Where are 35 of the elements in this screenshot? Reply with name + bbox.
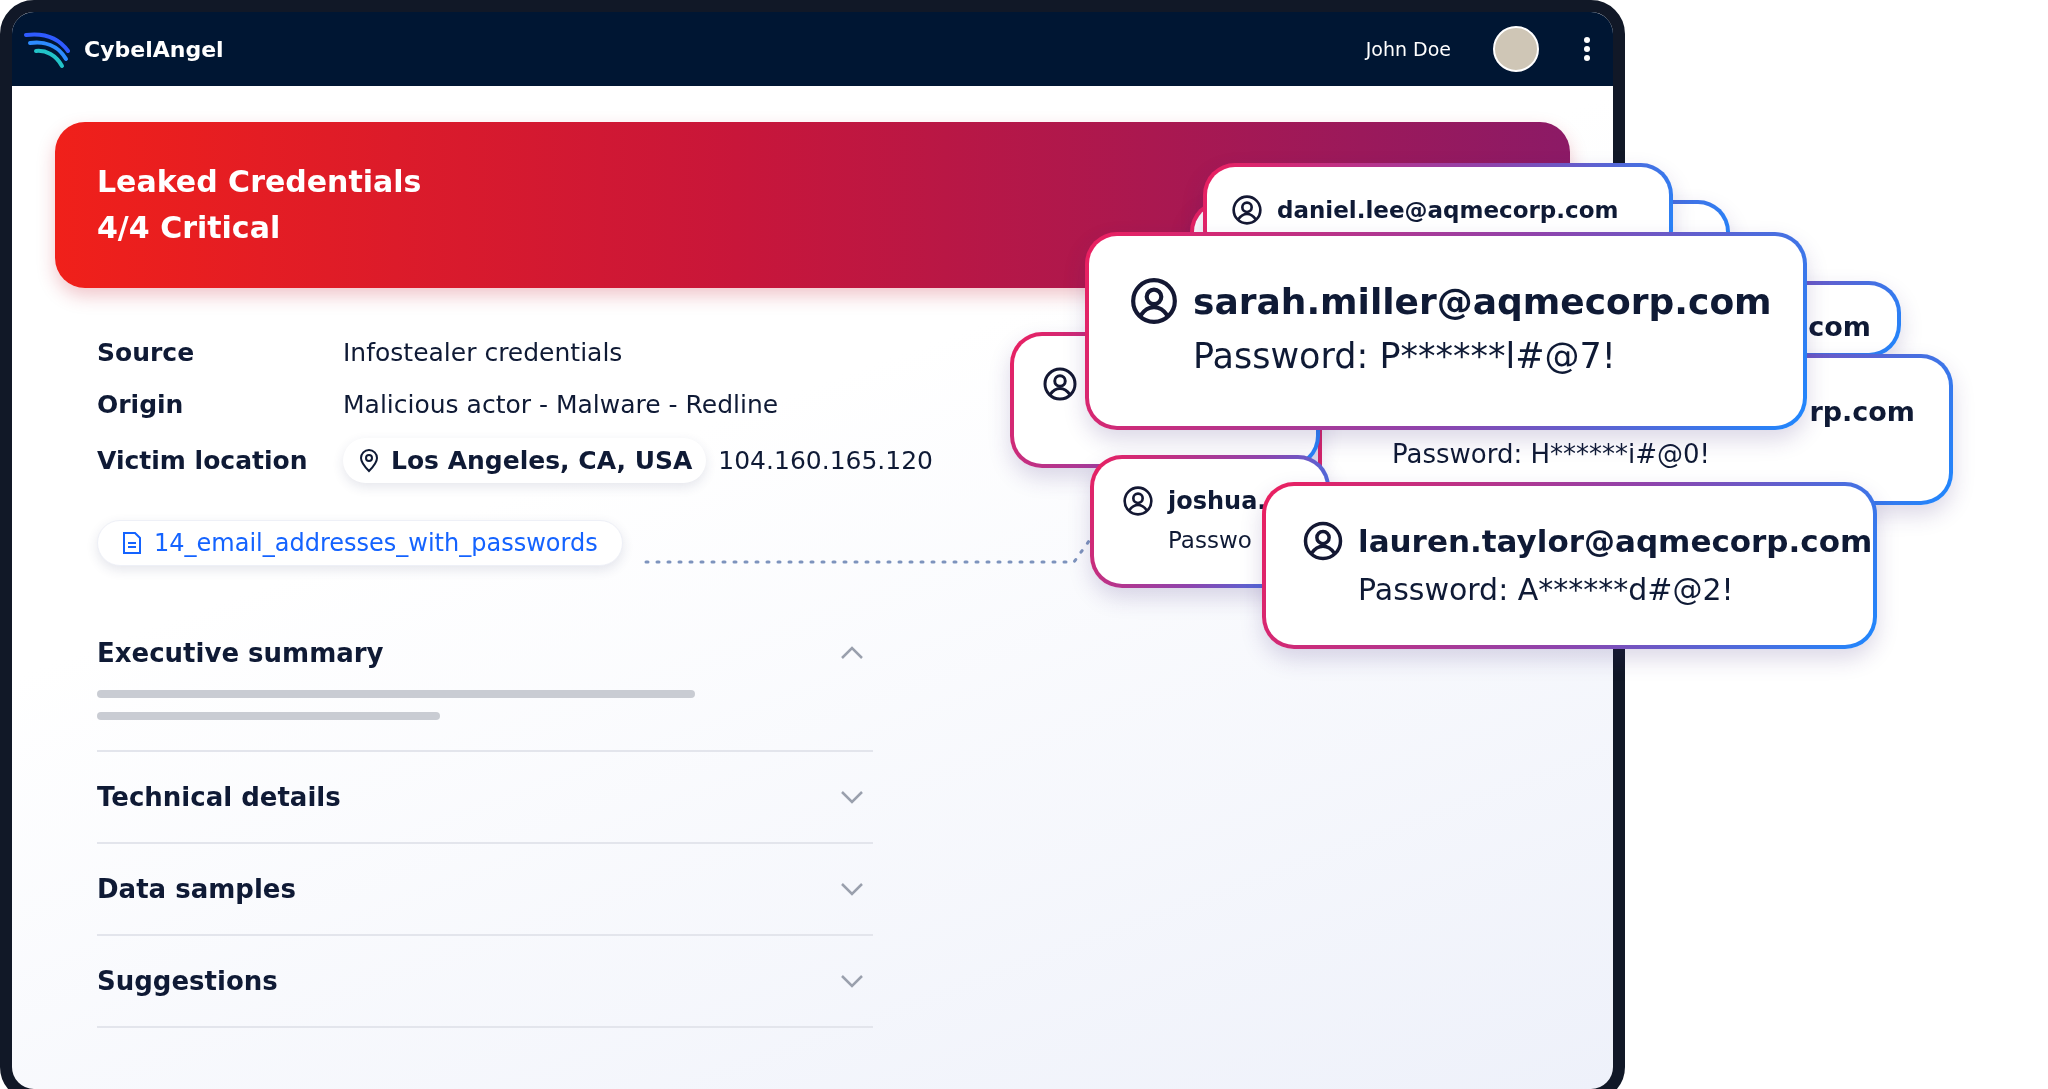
brand-name: CybelAngel [84,36,224,62]
masked-password: Password: A******d#@2! [1357,572,1735,607]
chevron-down-icon[interactable] [839,881,865,897]
map-pin-icon [357,447,381,473]
section-title[interactable]: Technical details [97,782,341,812]
chevron-up-icon[interactable] [839,645,865,661]
chevron-down-icon[interactable] [839,789,865,805]
email-address: sarah.miller@aqmecorp.com [1193,280,1772,322]
masked-password: Passwo [1167,527,1253,553]
detail-label: Origin [97,389,184,419]
location-chip: Los Angeles, CA, USA [343,437,707,483]
attachment-link[interactable]: 14_email_addresses_with_passwords [97,520,623,566]
detail-label: Source [97,337,195,367]
detail-value: Infostealer credentials [343,337,623,367]
ip-address: 104.160.165.120 [718,445,934,475]
email-address: lauren.taylor@aqmecorp.com [1358,523,1873,559]
document-icon [122,531,142,555]
user-name: John Doe [1365,38,1451,60]
email-address: daniel.lee@aqmecorp.com [1277,197,1619,223]
masked-password: Password: H******i#@0! [1391,439,1711,469]
email-address: rp.com [1809,396,1915,427]
avatar[interactable] [1493,26,1539,72]
section-title[interactable]: Data samples [97,874,296,904]
masked-password: Password: P******l#@7! [1192,336,1617,376]
section-title[interactable]: Executive summary [97,638,384,668]
alert-title: Leaked Credentials [97,163,422,201]
alert-severity: 4/4 Critical [97,209,281,247]
more-menu-icon[interactable] [1583,36,1591,62]
email-address: com [1808,311,1871,342]
detail-label: Victim location [97,445,308,475]
chevron-down-icon[interactable] [839,973,865,989]
section-title[interactable]: Suggestions [97,966,278,996]
email-address: joshua. [1168,487,1267,515]
wing-logo-icon [24,29,72,69]
detail-value: Malicious actor - Malware - Redline [343,389,779,419]
